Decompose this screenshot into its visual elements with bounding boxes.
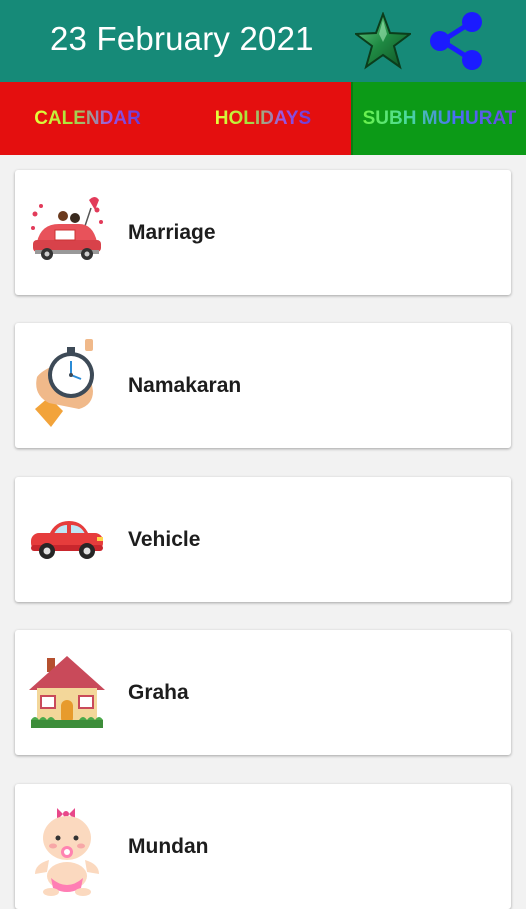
date-title: 23 February 2021	[50, 20, 314, 57]
muhurat-item-graha[interactable]: Graha	[15, 630, 511, 755]
muhurat-item-marriage[interactable]: Marriage	[15, 170, 511, 295]
muhurat-item-namakaran[interactable]: Namakaran	[15, 323, 511, 448]
tab-subh-muhurat[interactable]: SUBH MUHURAT	[351, 82, 526, 155]
tab-subh-muhurat-label: SUBH MUHURAT	[362, 107, 517, 129]
stopwatch-hand-icon	[35, 339, 94, 427]
tab-calendar[interactable]: CALENDAR	[0, 82, 175, 155]
tab-holidays[interactable]: HOLIDAYS	[175, 82, 351, 155]
wedding-car-icon	[31, 197, 103, 260]
house-icon	[29, 656, 105, 728]
muhurat-item-label: Graha	[128, 681, 189, 704]
muhurat-item-label: Mundan	[128, 835, 209, 858]
share-icon[interactable]	[426, 10, 488, 72]
car-icon	[31, 521, 103, 559]
top-app-bar: 23 February 2021	[0, 0, 526, 82]
muhurat-item-mundan[interactable]: Mundan	[15, 784, 511, 909]
muhurat-item-vehicle[interactable]: Vehicle	[15, 477, 511, 602]
tab-holidays-label: HOLIDAYS	[214, 107, 312, 129]
muhurat-item-label: Namakaran	[128, 374, 242, 397]
star-icon[interactable]	[355, 12, 411, 70]
tab-bar: CALENDAR HOLIDAYS SUBH MUHURAT	[0, 82, 526, 155]
muhurat-item-label: Vehicle	[128, 528, 201, 551]
muhurat-item-label: Marriage	[128, 221, 216, 244]
baby-icon	[35, 808, 99, 896]
tab-calendar-label: CALENDAR	[34, 107, 141, 129]
